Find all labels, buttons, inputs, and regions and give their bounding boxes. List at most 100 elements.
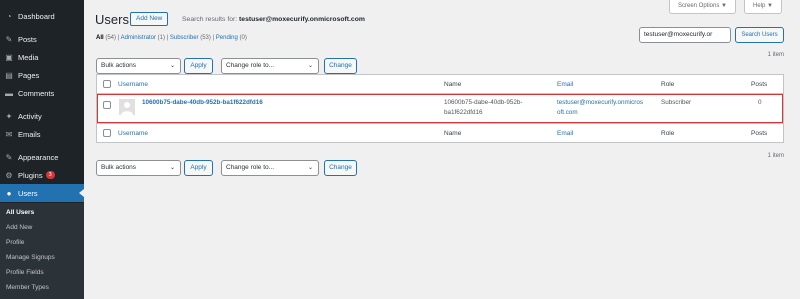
apply-button-bottom[interactable]: Apply [184,160,213,176]
search-input[interactable]: testuser@moxecurify.or [639,27,731,43]
help-button[interactable]: Help ▼ [744,0,782,14]
submenu-item-all-users[interactable]: All Users [6,209,34,216]
filter-administrator-count: (1) [157,35,165,41]
submenu-item-add-new[interactable]: Add New [6,224,32,231]
submenu-item-profile[interactable]: Profile [6,239,24,246]
filter-subscriber[interactable]: Subscriber [170,35,199,41]
bulk-actions-value: Bulk actions [101,164,137,171]
change-role-button[interactable]: Change [324,58,357,74]
filter-administrator[interactable]: Administrator [121,35,156,41]
bulk-actions-value: Bulk actions [101,62,137,69]
column-name[interactable]: Name [444,130,461,137]
search-users-button[interactable]: Search Users [735,27,784,43]
avatar [119,99,135,115]
sidebar-item-posts[interactable]: ✎ Posts [0,30,84,48]
pin-icon: ✎ [5,34,13,44]
sidebar-item-activity[interactable]: ✦ Activity [0,107,84,125]
submenu-item-member-types[interactable]: Member Types [6,284,49,291]
sidebar-item-label: Comments [18,88,55,98]
activity-icon: ✦ [5,111,13,121]
brush-icon: ✎ [5,152,13,162]
filter-separator: | [166,35,169,41]
column-email[interactable]: Email [557,81,573,88]
column-role: Role [661,130,675,137]
chevron-down-icon: ⌄ [169,63,175,69]
sidebar-item-label: Posts [18,34,37,44]
filter-all-count: (54) [105,35,117,41]
sidebar-item-label: Users [18,188,38,198]
change-role-select-bottom[interactable]: Change role to... ⌄ [221,160,319,176]
plugin-icon: ⚙ [5,170,13,180]
table-header: Username Name Email Role Posts [97,75,783,94]
user-email-link[interactable]: testuser@moxecurify.onmicros [557,98,643,108]
column-posts: Posts [751,130,768,137]
filter-all[interactable]: All [96,35,104,41]
users-submenu: All Users Add New Profile Manage Signups… [0,203,84,299]
sidebar-item-label: Pages [18,70,40,80]
media-icon: ▣ [5,52,13,62]
row-checkbox[interactable] [103,101,111,109]
update-count-badge: 3 [45,171,55,179]
submenu-item-profile-fields[interactable]: Profile Fields [6,269,44,276]
sidebar-item-label: Appearance [18,152,59,162]
filter-pending[interactable]: Pending [216,35,238,41]
sidebar-item-comments[interactable]: ▬ Comments [0,84,84,102]
column-username[interactable]: Username [118,130,148,137]
sidebar-item-appearance[interactable]: ✎ Appearance [0,148,84,166]
search-results-prefix: Search results for: [182,16,238,23]
comment-icon: ▬ [5,88,13,98]
filter-subscriber-count: (53) [200,35,211,41]
username-link[interactable]: 10600b75-dabe-40db-952b-ba1f622dfd16 [142,98,263,108]
chevron-down-icon: ⌄ [169,165,175,171]
table-footer: Username Name Email Role Posts [97,123,783,142]
sidebar-item-users[interactable]: ● Users [0,184,84,202]
search-results-subtitle: Search results for: testuser@moxecurify.… [182,16,365,23]
change-role-select[interactable]: Change role to... ⌄ [221,58,319,74]
user-name-line2: ba1f622dfd16 [444,109,483,116]
filter-separator: | [117,35,120,41]
apply-button[interactable]: Apply [184,58,213,74]
users-table: Username Name Email Role Posts 10600b75-… [96,74,784,143]
add-new-button[interactable]: Add New [130,12,169,26]
screen-options-button[interactable]: Screen Options ▼ [669,0,736,14]
bulk-actions-select-bottom[interactable]: Bulk actions ⌄ [96,160,181,176]
sidebar-item-media[interactable]: ▣ Media [0,48,84,66]
table-row: 10600b75-dabe-40db-952b-ba1f622dfd16 106… [97,94,783,123]
sidebar-item-dashboard[interactable]: ◔ Dashboard [0,7,84,25]
sidebar-item-label: Plugins [18,170,43,180]
user-email-link-continued[interactable]: oft.com [557,108,578,118]
main-content: Screen Options ▼ Help ▼ Users Add New Se… [84,0,800,299]
sidebar-item-plugins[interactable]: ⚙ Plugins 3 [0,166,84,184]
sidebar-item-label: Media [18,52,39,62]
search-term: testuser@moxecurify.onmicrosoft.com [239,16,365,23]
sidebar-item-label: Emails [18,129,41,139]
submenu-item-manage-signups[interactable]: Manage Signups [6,254,55,261]
column-posts: Posts [751,81,768,88]
email-icon: ✉ [5,129,13,139]
sidebar-item-label: Activity [18,111,42,121]
filter-pending-count: (0) [239,35,247,41]
column-username[interactable]: Username [118,81,148,88]
column-email[interactable]: Email [557,130,573,137]
user-post-count: 0 [758,99,762,106]
change-role-button-bottom[interactable]: Change [324,160,357,176]
sidebar-item-label: Dashboard [18,11,55,21]
change-role-value: Change role to... [226,164,275,171]
sidebar-item-emails[interactable]: ✉ Emails [0,125,84,143]
select-all-checkbox-footer[interactable] [103,129,111,137]
dashboard-icon: ◔ [6,11,12,21]
bulk-actions-select[interactable]: Bulk actions ⌄ [96,58,181,74]
item-count: 1 item [767,52,784,58]
select-all-checkbox[interactable] [103,80,111,88]
item-count-bottom: 1 item [767,153,784,159]
user-name-line1: 10600b75-dabe-40db-952b- [444,99,523,106]
page-title: Users [95,12,129,27]
sidebar-item-pages[interactable]: ▤ Pages [0,66,84,84]
column-name[interactable]: Name [444,81,461,88]
change-role-value: Change role to... [226,62,275,69]
user-role: Subscriber [661,99,692,106]
page-icon: ▤ [5,70,13,80]
user-role-filter: All (54) | Administrator (1) | Subscribe… [96,35,247,41]
chevron-down-icon: ⌄ [307,165,313,171]
filter-separator: | [212,35,215,41]
